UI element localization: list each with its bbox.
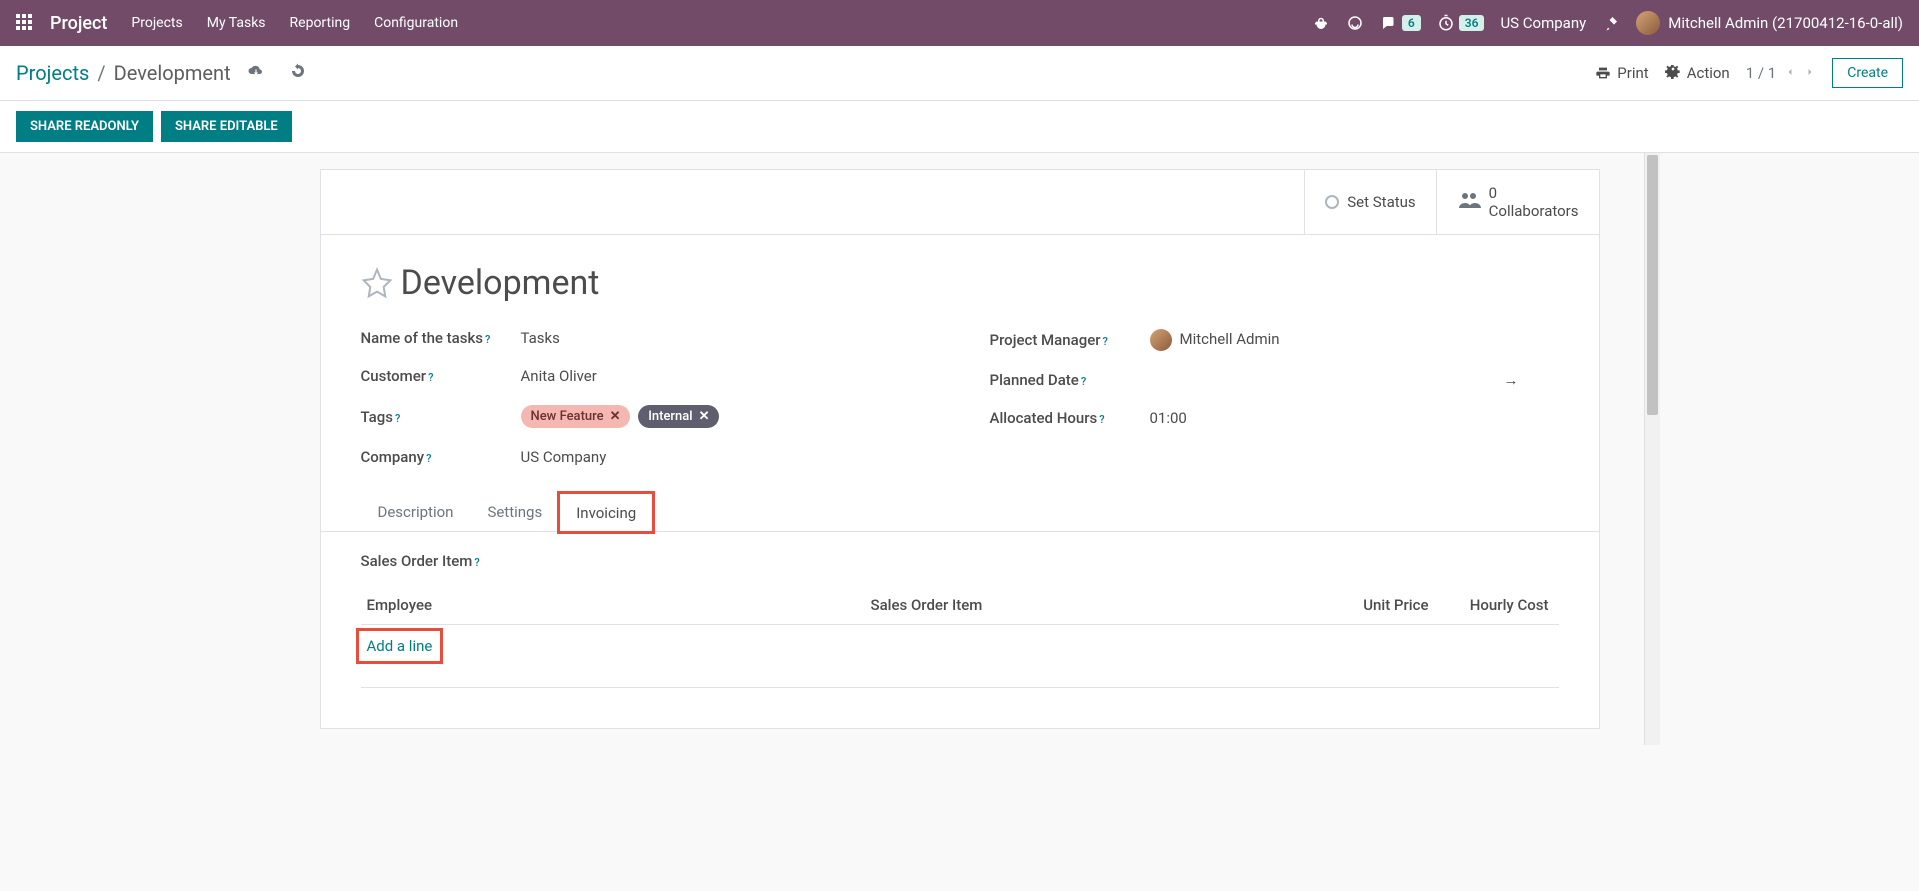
breadcrumb: Projects / Development: [16, 61, 307, 85]
label-sales-order-item: Sales Order Item: [361, 552, 473, 570]
messages-icon[interactable]: 6: [1380, 14, 1421, 32]
tabs: Description Settings Invoicing: [321, 492, 1599, 532]
label-tags: Tags: [361, 408, 393, 426]
arrow-right-icon: →: [1504, 371, 1519, 389]
apps-icon[interactable]: [16, 14, 34, 32]
collaborators-button[interactable]: 0 Collaborators: [1436, 170, 1599, 234]
nav-reporting[interactable]: Reporting: [290, 15, 351, 31]
create-button[interactable]: Create: [1832, 58, 1903, 88]
company-switcher[interactable]: US Company: [1500, 14, 1586, 32]
nav-configuration[interactable]: Configuration: [374, 15, 458, 31]
user-menu[interactable]: Mitchell Admin (21700412-16-0-all): [1636, 11, 1903, 35]
help-icon[interactable]: ?: [474, 556, 479, 569]
scrollbar[interactable]: [1644, 153, 1660, 745]
help-icon[interactable]: ?: [395, 412, 400, 425]
status-row: Set Status 0 Collaborators: [321, 170, 1599, 235]
value-name-of-tasks[interactable]: Tasks: [521, 329, 560, 347]
label-pm: Project Manager: [990, 331, 1101, 349]
tab-settings[interactable]: Settings: [470, 492, 559, 531]
help-icon[interactable]: ?: [426, 452, 431, 465]
table-header: Employee Sales Order Item Unit Price Hou…: [361, 586, 1559, 625]
app-brand[interactable]: Project: [50, 13, 107, 34]
th-hourly-cost: Hourly Cost: [1429, 596, 1559, 614]
remove-tag-icon[interactable]: ✕: [699, 409, 710, 424]
favorite-star-icon[interactable]: [361, 267, 393, 299]
value-customer[interactable]: Anita Oliver: [521, 367, 597, 385]
share-editable-button[interactable]: SHARE EDITABLE: [161, 111, 292, 142]
help-icon[interactable]: ?: [1103, 335, 1108, 348]
nav-my-tasks[interactable]: My Tasks: [207, 15, 266, 31]
remove-tag-icon[interactable]: ✕: [610, 409, 621, 424]
help-icon[interactable]: ?: [485, 333, 490, 346]
label-planned-date: Planned Date: [990, 371, 1079, 389]
help-icon[interactable]: ?: [1081, 375, 1086, 388]
pager-text: 1 / 1: [1746, 64, 1777, 82]
th-sales-order-item: Sales Order Item: [871, 596, 1299, 614]
share-bar: SHARE READONLY SHARE EDITABLE: [0, 101, 1919, 153]
collab-label: Collaborators: [1489, 202, 1579, 220]
tab-invoicing[interactable]: Invoicing: [559, 493, 653, 532]
help-icon[interactable]: ?: [428, 371, 433, 384]
breadcrumb-sep: /: [97, 61, 105, 85]
label-customer: Customer: [361, 367, 427, 385]
pager-next-icon[interactable]: [1804, 64, 1816, 82]
tools-icon[interactable]: [1602, 14, 1620, 32]
nav-menu: Projects My Tasks Reporting Configuratio…: [131, 15, 458, 31]
label-hours: Allocated Hours: [990, 409, 1098, 427]
pm-avatar-icon: [1150, 329, 1172, 351]
collab-count: 0: [1489, 184, 1579, 202]
top-navbar: Project Projects My Tasks Reporting Conf…: [0, 0, 1919, 46]
support-icon[interactable]: [1346, 14, 1364, 32]
status-radio-icon: [1325, 195, 1339, 209]
help-icon[interactable]: ?: [1099, 413, 1104, 426]
form-sheet: Set Status 0 Collaborators Development: [320, 169, 1600, 729]
value-pm[interactable]: Mitchell Admin: [1150, 329, 1280, 351]
value-planned-date[interactable]: →: [1150, 371, 1559, 389]
scrollbar-thumb[interactable]: [1647, 155, 1658, 415]
bug-icon[interactable]: [1312, 14, 1330, 32]
breadcrumb-current: Development: [114, 61, 231, 85]
pager: 1 / 1: [1746, 64, 1817, 82]
discard-icon[interactable]: [289, 62, 307, 84]
value-hours[interactable]: 01:00: [1150, 409, 1187, 427]
tag-new-feature[interactable]: New Feature✕: [521, 405, 631, 428]
timer-icon[interactable]: 36: [1437, 14, 1485, 32]
user-avatar-icon: [1636, 11, 1660, 35]
th-employee: Employee: [361, 596, 871, 614]
th-unit-price: Unit Price: [1299, 596, 1429, 614]
label-name-of-tasks: Name of the tasks: [361, 329, 484, 347]
share-readonly-button[interactable]: SHARE READONLY: [16, 111, 153, 142]
value-company[interactable]: US Company: [521, 448, 607, 466]
collaborators-icon: [1457, 188, 1481, 217]
nav-projects[interactable]: Projects: [131, 15, 182, 31]
messages-badge: 6: [1402, 15, 1421, 31]
page-title[interactable]: Development: [401, 263, 600, 303]
action-button[interactable]: Action: [1665, 64, 1730, 82]
cloud-icon[interactable]: [247, 62, 265, 84]
tab-description[interactable]: Description: [361, 492, 471, 531]
set-status-button[interactable]: Set Status: [1304, 170, 1435, 234]
timer-badge: 36: [1459, 15, 1485, 31]
pager-prev-icon[interactable]: [1784, 64, 1796, 82]
label-company: Company: [361, 448, 425, 466]
add-a-line-link[interactable]: Add a line: [361, 633, 439, 659]
control-panel: Projects / Development Print Action 1 / …: [0, 46, 1919, 101]
breadcrumb-projects[interactable]: Projects: [16, 61, 89, 85]
table-body: Add a line: [361, 625, 1559, 688]
tag-internal[interactable]: Internal✕: [638, 405, 719, 428]
print-button[interactable]: Print: [1595, 64, 1648, 82]
value-tags[interactable]: New Feature✕ Internal✕: [521, 405, 724, 428]
user-name: Mitchell Admin (21700412-16-0-all): [1668, 14, 1903, 32]
